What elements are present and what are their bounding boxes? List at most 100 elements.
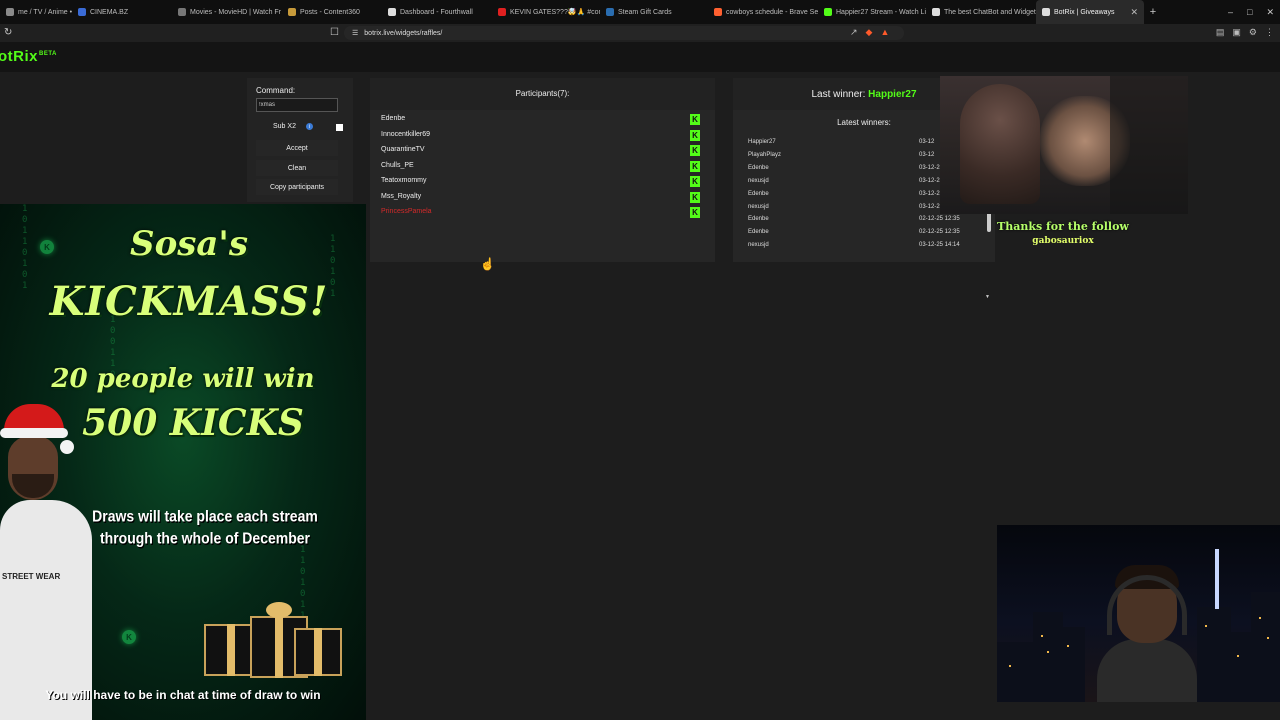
last-winner-label: Last winner: — [811, 89, 866, 100]
browser-tab[interactable]: Happier27 Stream - Watch Live — [818, 0, 926, 24]
maximize-icon[interactable]: □ — [1247, 7, 1252, 17]
tab-title: me / TV / Anime • freeme — [18, 8, 72, 16]
clean-button[interactable]: Clean — [256, 160, 338, 176]
browser-tab[interactable]: cowboys schedule - Brave Sea — [708, 0, 818, 24]
browser-address-bar: ↻ ☐ ☰ botrix.live/widgets/raffles/ ↗ ◆ ▲… — [0, 24, 1280, 42]
browser-tab[interactable]: Movies - MovieHD | Watch Fr — [172, 0, 282, 24]
botrix-logo[interactable]: otRixBETA — [0, 48, 57, 65]
participant-name: Teatoxmommy — [381, 177, 427, 184]
winner-date: 03-12-25 14:14 — [919, 242, 960, 249]
tab-title: The best ChatBot and Widgets — [944, 8, 1036, 16]
share-icon[interactable]: ↗ — [850, 27, 858, 38]
tab-favicon-icon — [1042, 8, 1050, 16]
brave-rewards-icon[interactable]: ▲ — [880, 27, 889, 38]
participant-row[interactable]: Mss_Royalty K — [370, 190, 715, 205]
browser-tab[interactable]: CINEMA.BZ — [72, 0, 172, 24]
winner-date: 02-12-25 12:35 — [919, 216, 960, 223]
webcam-overlay-top — [940, 76, 1188, 214]
tab-title: Posts - Content360 — [300, 8, 360, 16]
last-winner-name: Happier27 — [868, 89, 917, 100]
tab-title: Movies - MovieHD | Watch Fr — [190, 8, 282, 16]
accept-button[interactable]: Accept — [256, 140, 338, 156]
browser-tab[interactable]: Steam Gift Cards — [600, 0, 708, 24]
extension-icons: ↗ ◆ ▲ — [850, 27, 889, 38]
browser-tab[interactable]: Posts - Content360 — [282, 0, 382, 24]
winner-date: 03-12 — [919, 151, 935, 158]
participant-row[interactable]: Edenbe K — [370, 112, 715, 127]
command-input[interactable] — [256, 98, 338, 112]
participant-row[interactable]: QuarantineTV K — [370, 143, 715, 158]
tab-favicon-icon — [388, 8, 396, 16]
winner-name: Happier27 — [748, 139, 776, 145]
mouse-cursor-icon: ☝ — [480, 257, 495, 271]
winner-name: PlayahPlayz — [748, 151, 782, 158]
bookmark-icon[interactable]: ☐ — [330, 27, 339, 38]
kickmass-description-line2: through the whole of December — [99, 528, 310, 548]
browser-tab[interactable]: Dashboard - Fourthwall — [382, 0, 492, 24]
participant-name: Edenbe — [381, 115, 406, 122]
tab-favicon-icon — [288, 8, 296, 16]
extensions-icon[interactable]: ⚙ — [1249, 27, 1257, 38]
url-field[interactable]: ☰ botrix.live/widgets/raffles/ — [344, 26, 904, 40]
scroll-down-icon[interactable]: ▼ — [985, 294, 990, 300]
winner-date: 03-12 — [919, 139, 935, 145]
participant-row[interactable]: Chulls_PE K — [370, 159, 715, 174]
minimize-icon[interactable]: – — [1228, 7, 1233, 17]
tab-favicon-icon — [606, 8, 614, 16]
raffle-controls-panel: Command: Sub X2 i Accept Clean Copy part… — [247, 78, 353, 202]
participants-list: Edenbe K Innocentkiller69 K QuarantineTV K Chu… — [370, 110, 715, 262]
url-text: botrix.live/widgets/raffles/ — [364, 29, 443, 37]
close-window-icon[interactable]: ✕ — [1266, 7, 1274, 18]
tab-title: CINEMA.BZ — [90, 8, 129, 16]
browser-tab[interactable]: BotRix | Giveaways ✕ — [1036, 0, 1144, 24]
menu-icon[interactable]: ⋮ — [1265, 27, 1274, 38]
browser-tab[interactable]: KEVIN GATES???🤯🙏 #come — [492, 0, 600, 24]
copy-participants-button[interactable]: Copy participants — [256, 179, 338, 195]
reload-icon[interactable]: ↻ — [4, 27, 12, 38]
info-icon[interactable]: i — [305, 123, 313, 130]
sidebar-icon[interactable]: ▤ — [1216, 27, 1225, 38]
command-label: Command: — [256, 86, 296, 95]
participant-name: Mss_Royalty — [381, 192, 422, 200]
participant-name: Innocentkiller69 — [381, 130, 431, 138]
winner-name: nexusjd — [748, 177, 769, 184]
streamer-webcam-person — [1097, 565, 1197, 702]
app-header: otRixBETA — [0, 42, 1280, 72]
tab-title: Dashboard - Fourthwall — [400, 8, 473, 16]
kickmass-title-line2: KICKMASS! — [49, 278, 329, 325]
tab-title: BotRix | Giveaways — [1054, 8, 1115, 16]
browser-tab[interactable]: me / TV / Anime • freeme — [0, 0, 72, 24]
tab-title: cowboys schedule - Brave Sea — [726, 8, 818, 16]
new-tab-button[interactable]: + — [1144, 6, 1162, 18]
tab-favicon-icon — [178, 8, 186, 16]
winner-row: Edenbe 02-12-25 12:35 — [748, 226, 974, 239]
kickmass-giveaway-overlay: 10110101 0100110 110101 01101011 100110 … — [0, 204, 366, 720]
site-info-icon[interactable]: ☰ — [352, 29, 358, 37]
santa-hat-person-image: STREET WEAR — [0, 404, 94, 720]
tab-favicon-icon — [824, 8, 832, 16]
tab-title: KEVIN GATES???🤯🙏 #come — [510, 9, 600, 16]
browser-tab[interactable]: The best ChatBot and Widgets — [926, 0, 1036, 24]
kick-logo-icon: K — [122, 630, 136, 644]
skyscraper-spire — [1215, 549, 1219, 609]
follow-alert: Thanks for the follow gabosauriox — [997, 220, 1129, 246]
participant-name: QuarantineTV — [381, 146, 425, 153]
sub-multiplier-checkbox[interactable] — [336, 124, 343, 131]
participant-name: PrincessPamela — [381, 208, 432, 215]
webcam-person — [960, 84, 1040, 204]
brave-shield-icon[interactable]: ◆ — [866, 27, 873, 38]
winner-name: nexusjd — [748, 203, 769, 210]
tab-favicon-icon — [714, 8, 722, 16]
close-tab-icon[interactable]: ✕ — [1130, 7, 1138, 18]
participant-row[interactable]: Teatoxmommy K — [370, 174, 715, 189]
participant-row[interactable]: Innocentkiller69 K — [370, 128, 715, 143]
kick-platform-icon: K — [690, 160, 700, 172]
participants-title: Participants(7): — [515, 89, 570, 98]
winner-name: nexusjd — [748, 242, 769, 249]
kickmass-footer-note: You will have to be in chat at time of d… — [45, 688, 321, 702]
participant-name: Chulls_PE — [381, 161, 414, 169]
kickmass-title-line1: Sosa's — [130, 224, 248, 264]
winner-name: Edenbe — [748, 229, 769, 236]
participant-row[interactable]: PrincessPamela K — [370, 205, 715, 220]
wallet-icon[interactable]: ▣ — [1232, 27, 1241, 38]
